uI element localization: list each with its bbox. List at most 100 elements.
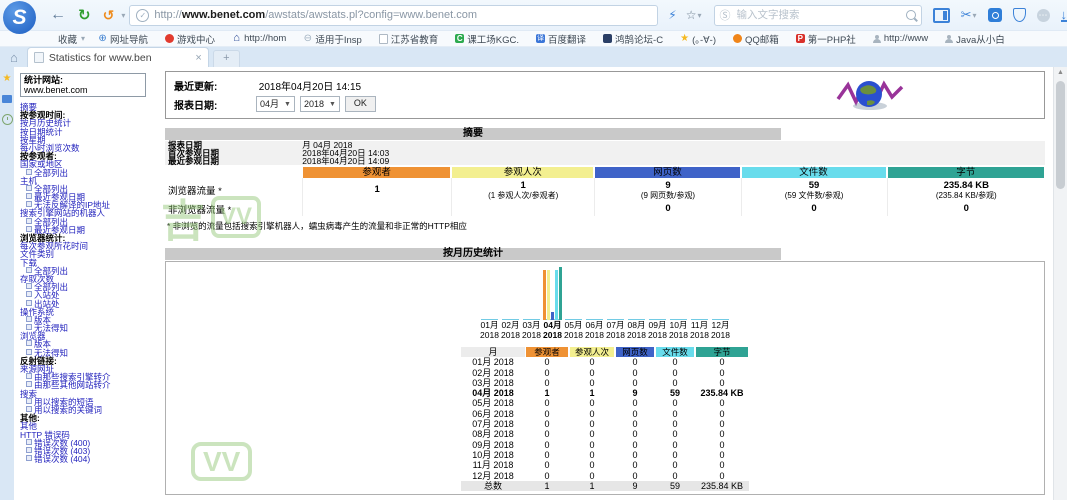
chart-bar-文件数: [555, 270, 558, 320]
sidebar-menu-item[interactable]: 由那些其他网站转介: [20, 381, 161, 389]
site-security-icon[interactable]: ✓: [136, 9, 149, 22]
site-label: 统计网站:: [24, 75, 142, 85]
bullet-icon: [26, 291, 32, 297]
scroll-up-icon[interactable]: ▲: [1054, 67, 1067, 79]
table-row: 报表日期 月 04月 2018: [165, 141, 1045, 149]
zero-baseline: [607, 319, 624, 320]
bookmark-item[interactable]: 译 百度翻译: [536, 32, 590, 46]
undo-dropdown-icon[interactable]: ▾: [121, 11, 125, 20]
history-clock-icon[interactable]: [2, 114, 13, 125]
zero-baseline: [670, 319, 687, 320]
bullet-icon: [26, 349, 32, 355]
table-row: 02月 2018 0 0 0 0 0: [461, 368, 749, 378]
scrollbar-thumb[interactable]: [1056, 81, 1065, 189]
search-icon[interactable]: [906, 10, 916, 20]
home-icon[interactable]: ⌂: [10, 50, 18, 65]
bullet-icon: [26, 455, 32, 461]
bookmark-item[interactable]: QQ邮箱: [733, 32, 783, 46]
summary-metric-headers: 参观者 参观人次 网页数 文件数 字节: [165, 167, 1045, 178]
screen-strip-icon[interactable]: [2, 95, 12, 103]
sogou-logo-icon[interactable]: S: [3, 1, 36, 34]
download-icon[interactable]: ↓: [1061, 9, 1067, 22]
vertical-scrollbar[interactable]: ▲: [1053, 67, 1067, 500]
browser-side-strip: ★: [0, 67, 14, 500]
bookmark-item[interactable]: C 课工场KGC.: [455, 32, 523, 46]
metric-cell: 0: [594, 202, 740, 216]
sidebar-menu-item[interactable]: 全部列出: [20, 169, 161, 177]
bookmark-favicon-icon: [165, 34, 174, 43]
browser-window: S ← ↻ ↺ ▾ ✓ http://www.benet.com/awstats…: [0, 0, 1067, 500]
bullet-icon: [26, 381, 32, 387]
more-tools-icon[interactable]: ⋯: [1037, 9, 1050, 22]
search-box[interactable]: Ⓢ: [714, 5, 922, 26]
table-row: 07月 2018 0 0 0 0 0: [461, 419, 749, 429]
bullet-icon: [26, 193, 32, 199]
zero-baseline: [502, 319, 519, 320]
tab-statistics[interactable]: Statistics for www.ben ×: [27, 47, 209, 67]
back-button[interactable]: ←: [50, 7, 66, 23]
bookmark-item[interactable]: ⊖ 适用于Insp: [303, 32, 365, 46]
table-row: 03月 2018 0 0 0 0 0: [461, 378, 749, 388]
zero-baseline: [691, 319, 708, 320]
site-value: www.benet.com: [24, 85, 142, 95]
bookmark-item[interactable]: http://www: [873, 33, 932, 44]
bookmark-item[interactable]: ★ (｡-∀-): [680, 32, 720, 46]
report-date-label: 报表日期:: [174, 97, 256, 112]
refresh-button[interactable]: ↻: [78, 8, 91, 23]
sidebar-menu-item[interactable]: 错误次数 (404): [20, 455, 161, 463]
bookmark-item[interactable]: Java从小白: [945, 32, 1009, 46]
summary-table: 报表日期 月 04月 2018 首次参观日期 2018年04月20日 14:03…: [165, 141, 1045, 232]
bookmark-item[interactable]: 游戏中心: [165, 32, 219, 46]
metric-cell: 1: [302, 178, 451, 202]
screenshot-scissors-icon[interactable]: ✂: [961, 7, 972, 23]
bullet-icon: [26, 324, 32, 330]
bookmark-item[interactable]: P 第一PHP社: [796, 32, 860, 46]
bullet-icon: [26, 316, 32, 322]
bullet-icon: [26, 169, 32, 175]
monthly-section-title: 按月历史统计: [165, 248, 781, 260]
bookmark-item[interactable]: 收藏 ▾: [46, 32, 85, 46]
page-body: ★ 统计网站: www.benet.com 摘要 按参观时间:: [0, 67, 1067, 500]
bookmark-favicon-icon: P: [796, 34, 805, 43]
bookmark-item[interactable]: ⊕ 网址导航: [98, 32, 152, 46]
bullet-icon: [26, 406, 32, 412]
bookmark-item[interactable]: 鸿鹄论坛-C: [603, 32, 667, 46]
new-tab-button[interactable]: +: [213, 50, 240, 67]
favorites-strip-icon[interactable]: ★: [3, 74, 12, 84]
metric-cell: 1 (1 参观人次/参观者): [451, 178, 594, 202]
bookmark-dropdown-icon[interactable]: ▾: [697, 11, 701, 20]
year-select[interactable]: 2018▼: [300, 96, 340, 112]
tab-close-icon[interactable]: ×: [195, 52, 201, 64]
bookmark-label: QQ邮箱: [745, 32, 779, 46]
summary-footnote: * 非浏览的流量包括搜索引擎机器人，蠕虫病毒产生的流量和非正常的HTTP相应: [165, 220, 1045, 232]
undo-closed-tab-button[interactable]: ↺: [103, 8, 115, 22]
security-shield-icon[interactable]: [1013, 8, 1026, 22]
chart-bar-参观人次: [547, 270, 550, 320]
sidebar-panel-icon[interactable]: [933, 8, 950, 23]
month-select[interactable]: 04月▼: [256, 96, 295, 112]
bookmark-page-icon[interactable]: ☆: [686, 8, 697, 22]
zero-baseline: [628, 319, 645, 320]
chart-month: 04月 2018: [542, 266, 563, 340]
bookmark-favicon-icon: 译: [536, 34, 545, 43]
sidebar-menu-item[interactable]: 文件类别: [20, 250, 161, 258]
screenshot-dropdown-icon[interactable]: ▾: [972, 11, 976, 20]
zero-baseline: [649, 319, 666, 320]
ok-button[interactable]: OK: [345, 96, 376, 112]
search-engine-icon[interactable]: Ⓢ: [720, 7, 731, 23]
search-input[interactable]: [735, 8, 906, 22]
sidebar-menu-item: 其他:: [20, 414, 161, 422]
bullet-icon: [26, 447, 32, 453]
browser-navbar: S ← ↻ ↺ ▾ ✓ http://www.benet.com/awstats…: [0, 0, 1067, 31]
monthly-table-body: 01月 2018 0 0 0 0 0 02月 2018 0: [461, 357, 749, 481]
bookmark-item[interactable]: 江苏省教育: [379, 32, 443, 46]
metric-header: 字节: [888, 167, 1044, 178]
not-viewed-traffic-row: 非浏览器流量 * 0: [165, 202, 1045, 215]
zero-baseline: [712, 319, 729, 320]
accelerator-icon[interactable]: ⚡: [668, 8, 676, 22]
sidebar-menu-item[interactable]: 用以搜索的关键词: [20, 406, 161, 414]
browser-app-icon[interactable]: [988, 8, 1002, 22]
address-bar[interactable]: ✓ http://www.benet.com/awstats/awstats.p…: [129, 5, 658, 26]
chevron-down-icon: ▼: [329, 98, 336, 111]
bookmark-item[interactable]: ⌂ http://hom: [232, 33, 290, 44]
